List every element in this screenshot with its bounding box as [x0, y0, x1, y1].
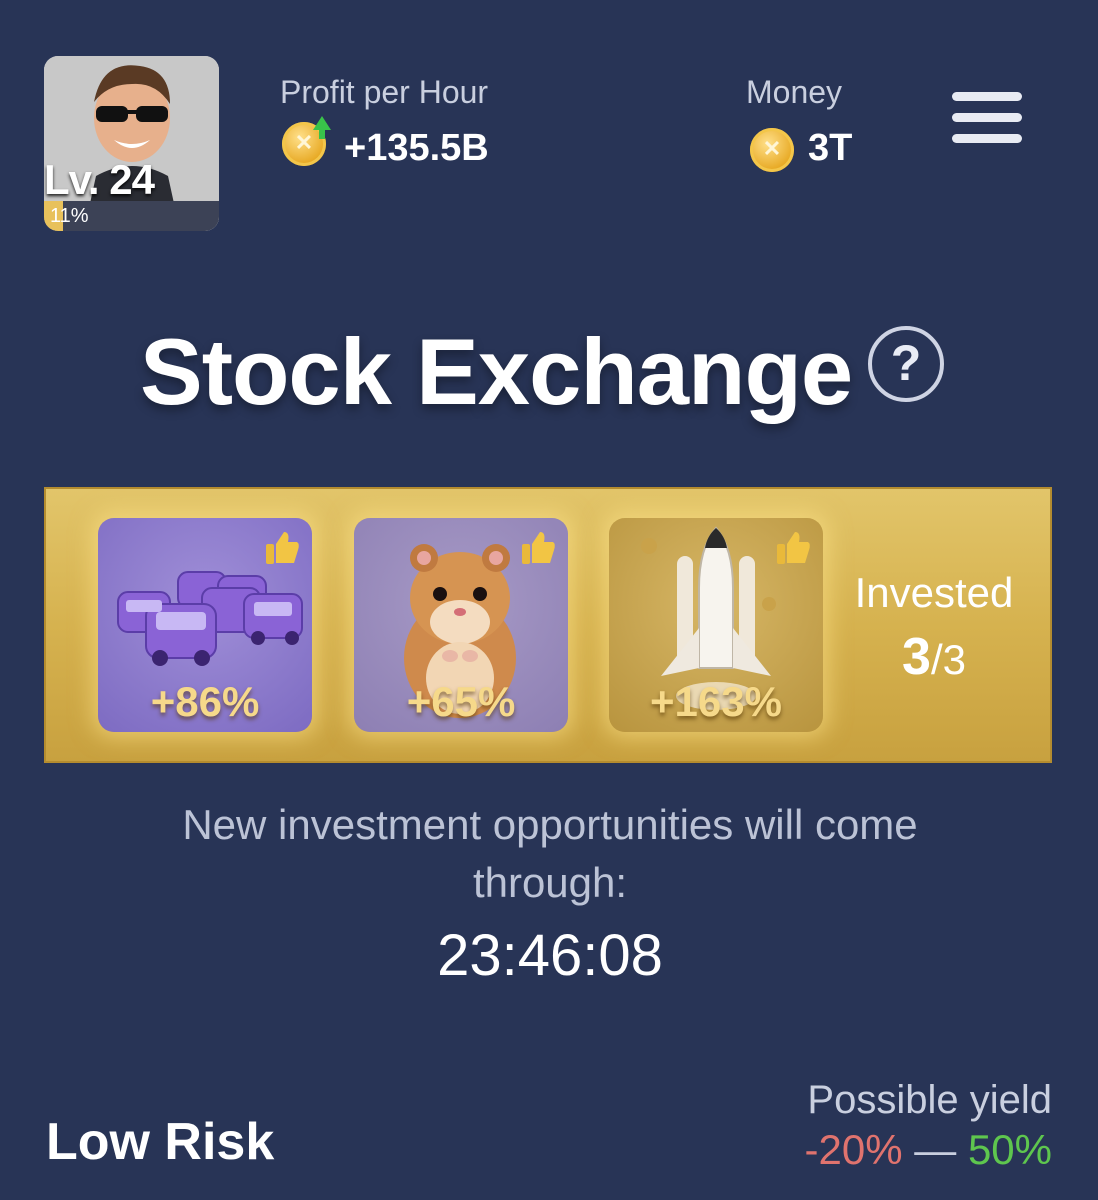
invested-count: 3/3 [844, 627, 1024, 687]
invested-count-value: 3 [902, 628, 931, 686]
money-label: Money [746, 74, 843, 110]
page-title: Stock Exchange [140, 319, 853, 424]
level-label: Lv. 24 [44, 156, 155, 203]
invested-label: Invested [854, 569, 1014, 616]
help-icon[interactable]: ? [868, 326, 944, 402]
investment-panel: +86% +65% +163% Invested 3/3 [44, 487, 1052, 763]
investment-card-rocket[interactable]: +163% [609, 518, 823, 732]
next-opportunity-text: New investment opportunities will come t… [182, 801, 918, 906]
thumbs-up-icon [266, 532, 299, 564]
invested-count-total: /3 [930, 636, 966, 683]
possible-yield-label: Possible yield [807, 1078, 1052, 1122]
risk-level-title: Low Risk [46, 1113, 275, 1171]
coin-icon: ✕ [750, 128, 794, 172]
profile-avatar[interactable]: Lv. 24 11% [44, 56, 219, 231]
countdown-timer: 23:46:08 [437, 923, 663, 988]
investment-card-taxis[interactable]: +86% [98, 518, 312, 732]
yield-max: 50% [967, 1126, 1052, 1173]
yield-separator: — [902, 1126, 968, 1173]
profit-per-hour-value: +135.5B [344, 127, 489, 169]
investment-percent: +65% [406, 678, 516, 725]
menu-icon[interactable] [952, 92, 1022, 144]
thumbs-up-icon [777, 532, 810, 564]
possible-yield-range: -20% — 50% [700, 1126, 1052, 1174]
investment-percent: +163% [650, 678, 782, 725]
yield-min: -20% [804, 1126, 903, 1173]
thumbs-up-icon [522, 532, 555, 564]
up-arrow-icon [313, 116, 331, 139]
investment-card-hamster[interactable]: +65% [354, 518, 568, 732]
xp-percent-label: 11% [50, 205, 89, 227]
xp-progress-bar: 11% [44, 201, 219, 231]
money-value: 3T [808, 127, 853, 169]
investment-percent: +86% [150, 678, 260, 725]
profit-per-hour-label: Profit per Hour [280, 74, 489, 110]
